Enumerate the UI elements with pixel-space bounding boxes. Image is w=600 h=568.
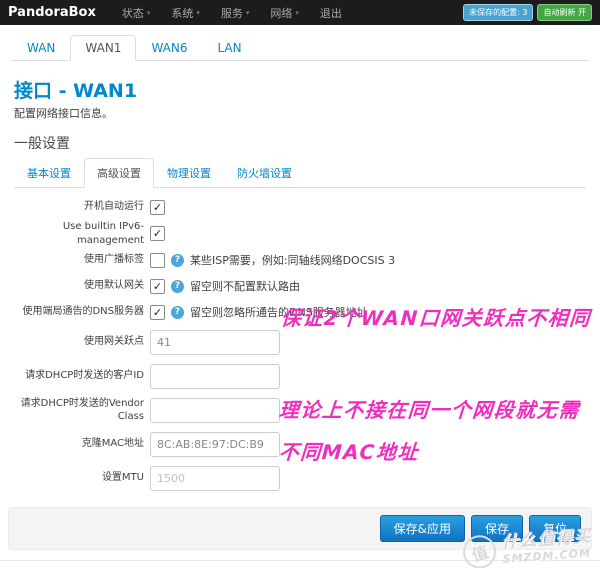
tab-firewall-settings[interactable]: 防火墙设置 [224,158,305,188]
nav-item-services[interactable]: 服务 ▾ [221,5,250,21]
form-row: 使用广播标签? 某些ISP需要，例如:同轴线网络DOCSIS 3 [6,247,586,273]
gateway-metric-input[interactable] [150,329,280,355]
mtu-input[interactable] [150,465,280,491]
nav-badges: 未保存的配置: 3 自动刷新 开 [463,4,592,21]
settings-tabs: 基本设置 高级设置 物理设置 防火墙设置 [14,158,586,188]
form-row: 使用默认网关 ✓? 留空则不配置默认路由 [6,273,586,299]
field-control [150,397,280,423]
tab-wan[interactable]: WAN [12,35,70,61]
caret-down-icon: ▾ [196,8,200,17]
smzdm-logo-icon: 值 [458,531,501,568]
form-row: 设置MTU [6,461,586,495]
field-control: ? 某些ISP需要，例如:同轴线网络DOCSIS 3 [150,252,395,268]
nav-item-label: 状态 [121,6,144,20]
form-row: 请求DHCP时发送的客户ID [6,359,586,393]
field-label: 克隆MAC地址 [81,438,144,450]
field-label: 使用端局通告的DNS服务器 [22,306,144,318]
help-icon: ? [171,253,184,267]
nav-item-logout[interactable]: 退出 [320,5,342,21]
broadcast-flag-checkbox[interactable] [150,252,165,268]
field-label: 设置MTU [101,472,144,484]
help-icon: ? [171,279,184,293]
help-text: 某些ISP需要，例如:同轴线网络DOCSIS 3 [190,254,396,267]
badge-unsaved-changes[interactable]: 未保存的配置: 3 [463,4,534,21]
nav-menus: 状态 ▾ 系统 ▾ 服务 ▾ 网络 ▾ 退出 [122,5,363,21]
default-gateway-checkbox[interactable]: ✓ [150,278,165,294]
field-control [150,431,280,457]
help-text: 留空则不配置默认路由 [190,280,300,293]
nav-item-system[interactable]: 系统 ▾ [171,5,200,21]
tab-advanced-settings[interactable]: 高级设置 [84,158,154,188]
clone-mac-input[interactable] [150,431,280,457]
peer-dns-checkbox[interactable]: ✓ [150,304,165,320]
field-label: 请求DHCP时发送的Vendor Class [20,397,144,423]
field-label: 使用广播标签 [84,254,144,266]
page-title: 接口 - WAN1 [14,80,138,102]
caret-down-icon: ▾ [245,8,250,17]
field-label: Use builtin IPv6-management [62,221,144,246]
nav-item-label: 系统 [171,6,194,20]
main-content: 接口 - WAN1 配置网络接口信息。 一般设置 基本设置 高级设置 物理设置 防火墙… [0,76,600,495]
field-control: ✓ [150,226,165,241]
tab-basic-settings[interactable]: 基本设置 [14,158,84,188]
top-navbar: PandoraBox 状态 ▾ 系统 ▾ 服务 ▾ 网络 ▾ 退出 未保存的配置: 3 自动刷新 … [0,0,600,25]
form-row: 开机自动运行 ✓ [6,194,586,220]
caret-down-icon: ▾ [295,8,299,17]
tab-wan1[interactable]: WAN1 [70,35,137,61]
tab-lan[interactable]: LAN [202,35,256,61]
tab-physical-settings[interactable]: 物理设置 [154,158,224,188]
client-id-input[interactable] [150,363,280,389]
page-subtitle: 配置网络接口信息。 [14,107,113,120]
watermark-text: 什么值得买 SMZDM.COM [501,527,593,566]
caret-down-icon: ▾ [146,8,151,17]
annotation-text: 不同MAC地址 [278,440,420,464]
help-icon: ? [171,305,184,319]
field-label: 使用网关跃点 [84,336,144,348]
vendor-class-input[interactable] [150,397,280,423]
save-apply-button[interactable]: 保存&应用 [379,515,465,542]
field-control [150,363,280,389]
field-label: 开机自动运行 [84,201,144,213]
pandorabox-admin-page: PandoraBox 状态 ▾ 系统 ▾ 服务 ▾ 网络 ▾ 退出 未保存的配置: 3 自动刷新 … [0,0,600,568]
nav-item-label: 网络 [270,6,293,20]
nav-item-status[interactable]: 状态 ▾ [122,5,151,21]
field-label: 使用默认网关 [84,280,144,292]
nav-item-label: 服务 [220,6,243,20]
field-label: 请求DHCP时发送的客户ID [25,370,144,382]
nav-item-label: 退出 [319,6,342,20]
tab-wan6[interactable]: WAN6 [136,35,202,61]
annotation-text: 保证2个WAN口网关跃点不相同 [280,306,592,330]
ipv6-management-checkbox[interactable]: ✓ [150,226,165,241]
field-control [150,329,280,355]
field-control: ✓ [150,199,165,215]
form-row: Use builtin IPv6-management ✓ [6,220,586,247]
badge-auto-refresh[interactable]: 自动刷新 开 [537,4,592,21]
field-control: ✓? 留空则不配置默认路由 [150,278,300,294]
autostart-checkbox[interactable]: ✓ [150,199,165,215]
field-control [150,465,280,491]
nav-item-network[interactable]: 网络 ▾ [270,5,299,21]
nav-brand[interactable]: PandoraBox [8,5,96,20]
interface-tabs: WAN WAN1 WAN6 LAN [12,35,588,61]
annotation-text: 理论上不接在同一个网段就无需 [278,398,581,422]
section-title: 一般设置 [14,136,70,152]
